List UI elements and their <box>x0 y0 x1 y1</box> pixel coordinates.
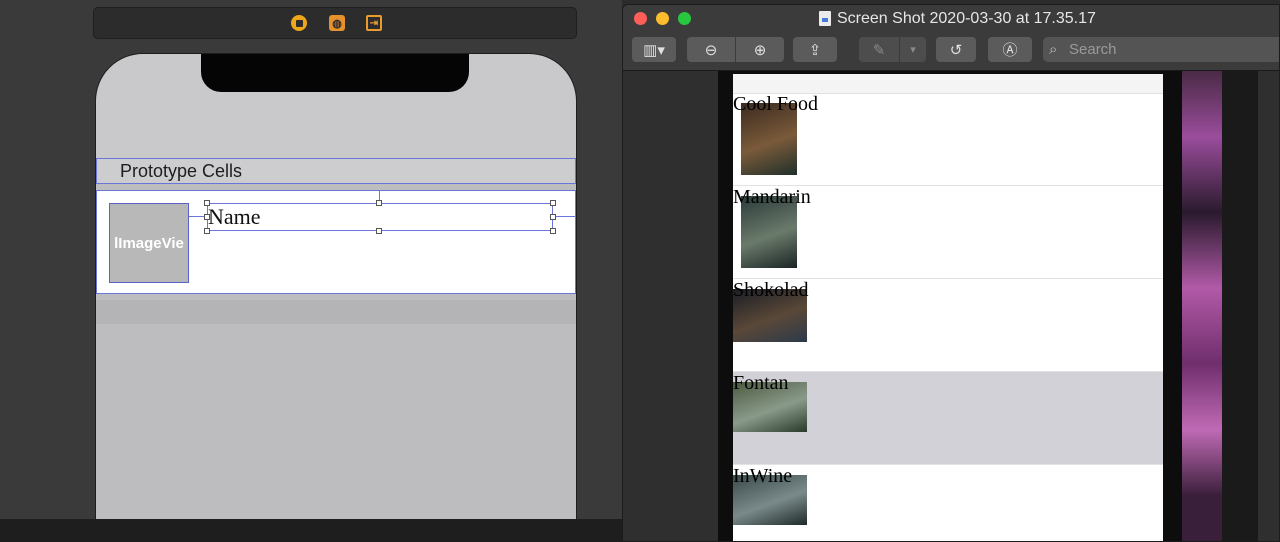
restaurant-row: Cool Food <box>733 93 1163 186</box>
restaurant-name: Mandarin <box>733 186 811 208</box>
window-edge <box>1222 71 1258 541</box>
window-title: Screen Shot 2020-03-30 at 17.35.17 <box>837 10 1096 27</box>
restaurant-row: InWine <box>733 465 1163 541</box>
markup-pen-button[interactable]: ✎ <box>859 37 899 62</box>
resize-handle[interactable] <box>376 200 382 206</box>
restaurant-name: Shokolad <box>733 279 809 301</box>
prototype-cells-header: Prototype Cells <box>96 158 576 184</box>
image-view-label: lImageVie <box>114 234 184 252</box>
exit-icon[interactable]: ⇥ <box>366 15 382 31</box>
image-view-placeholder[interactable]: lImageVie <box>109 203 189 283</box>
restaurant-row: Fontan <box>733 372 1163 465</box>
restaurant-name: Fontan <box>733 372 789 394</box>
restaurant-name: InWine <box>733 465 793 487</box>
document-icon <box>819 11 831 26</box>
resize-handle[interactable] <box>204 228 210 234</box>
restaurant-row: Shokolad <box>733 279 1163 372</box>
markup-dropdown-button[interactable]: ▾ <box>900 37 926 62</box>
search-input[interactable] <box>1069 39 1269 60</box>
zoom-in-button[interactable]: ⊕ <box>736 37 784 62</box>
search-field[interactable]: ⌕ <box>1043 37 1279 62</box>
desktop-wallpaper <box>1182 71 1222 541</box>
resize-handle[interactable] <box>550 214 556 220</box>
zoom-out-button[interactable]: ⊖ <box>687 37 735 62</box>
phone-notch <box>201 54 469 92</box>
resize-handle[interactable] <box>550 228 556 234</box>
name-label: Name <box>208 204 261 229</box>
xcode-canvas: ◍ ⇥ Prototype Cells lImageVie Name <box>0 0 622 542</box>
cell-separator-band <box>96 300 576 324</box>
iphone-frame: Prototype Cells lImageVie Name <box>95 53 577 523</box>
sidebar-toggle-button[interactable]: ▥▾ <box>632 37 676 62</box>
first-responder-icon[interactable]: ◍ <box>329 15 345 31</box>
resize-handle[interactable] <box>204 214 210 220</box>
resize-handle[interactable] <box>550 200 556 206</box>
title-bar: Screen Shot 2020-03-30 at 17.35.17 ▥▾ ⊖ … <box>623 5 1279 71</box>
view-controller-icon[interactable] <box>291 15 307 31</box>
table-top-strip <box>733 74 1163 94</box>
share-button[interactable]: ⇪ <box>793 37 837 62</box>
resize-handle[interactable] <box>376 228 382 234</box>
maximize-button[interactable] <box>678 12 691 25</box>
name-label-box[interactable]: Name <box>207 203 553 231</box>
restaurant-name: Cool Food <box>733 93 819 115</box>
minimize-button[interactable] <box>656 12 669 25</box>
image-viewport: Cool Food Mandarin Shokolad Fontan InWine <box>623 71 1279 541</box>
screenshot-image: Cool Food Mandarin Shokolad Fontan InWine <box>718 71 1182 541</box>
annotate-button[interactable]: Ⓐ <box>988 37 1032 62</box>
rotate-button[interactable]: ↺ <box>936 37 976 62</box>
scene-dock: ◍ ⇥ <box>93 7 577 39</box>
preview-window: Screen Shot 2020-03-30 at 17.35.17 ▥▾ ⊖ … <box>622 4 1280 542</box>
resize-handle[interactable] <box>204 200 210 206</box>
restaurant-table: Cool Food Mandarin Shokolad Fontan InWine <box>733 74 1163 541</box>
prototype-cell[interactable]: lImageVie Name <box>96 190 576 294</box>
prototype-cells-label: Prototype Cells <box>120 161 243 181</box>
xcode-bottom-bar <box>0 519 622 542</box>
restaurant-row: Mandarin <box>733 186 1163 279</box>
search-icon: ⌕ <box>1049 41 1058 58</box>
close-button[interactable] <box>634 12 647 25</box>
trailing-constraint[interactable] <box>553 216 576 217</box>
